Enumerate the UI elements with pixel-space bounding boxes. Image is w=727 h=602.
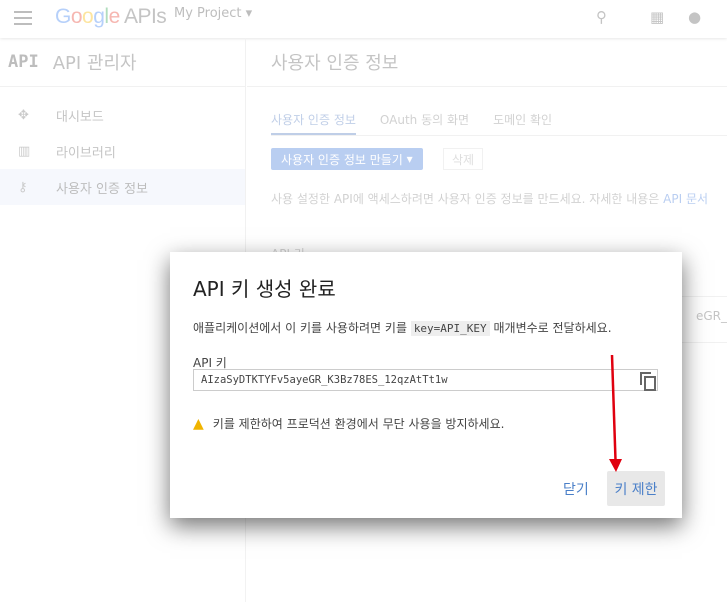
annotation-arrow: [609, 354, 622, 472]
arrow-head: [609, 459, 622, 472]
arrow-shaft: [610, 354, 617, 461]
